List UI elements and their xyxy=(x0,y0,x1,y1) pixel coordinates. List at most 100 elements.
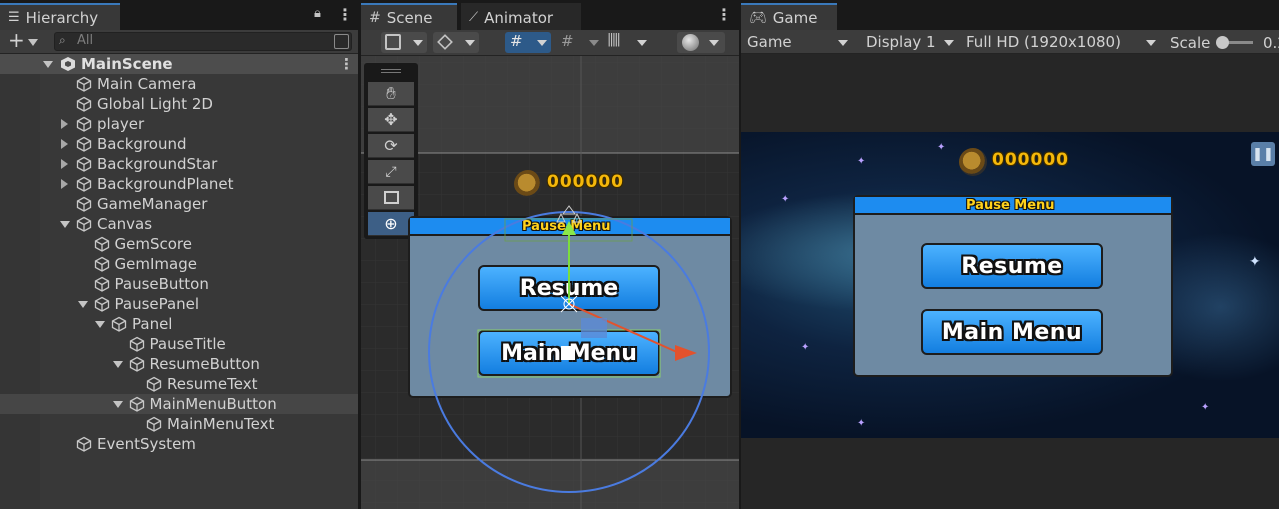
hierarchy-item[interactable]: PauseTitle xyxy=(0,334,358,354)
hierarchy-item[interactable]: Canvas xyxy=(0,214,358,234)
cube-gizmo-icon xyxy=(437,34,453,50)
gamepad-icon: 🎮︎ xyxy=(749,9,767,26)
expand-arrow-icon[interactable] xyxy=(43,61,53,68)
hierarchy-item-label: MainMenuButton xyxy=(149,395,277,413)
scene-row[interactable]: MainScene ⋮ xyxy=(0,54,358,74)
draw-mode-dropdown[interactable] xyxy=(381,32,427,53)
hierarchy-item[interactable]: BackgroundStar xyxy=(0,154,358,174)
gem-image xyxy=(959,148,987,176)
more-options-icon[interactable]: ⋮ xyxy=(337,5,353,24)
collapse-arrow-icon[interactable] xyxy=(112,401,123,408)
hierarchy-item[interactable]: ResumeButton xyxy=(0,354,358,374)
collapse-arrow-icon[interactable] xyxy=(60,221,70,228)
expand-arrow-icon[interactable] xyxy=(61,119,68,129)
hierarchy-item-label: PauseButton xyxy=(114,275,209,293)
display-dropdown[interactable]: Display 1 xyxy=(866,32,936,52)
scale-value: 0.2 xyxy=(1263,34,1279,52)
hierarchy-item[interactable]: Global Light 2D xyxy=(0,94,358,114)
hierarchy-item-label: Panel xyxy=(132,315,173,333)
star-icon: ✦ xyxy=(1201,402,1210,413)
game-panel: 🎮︎ Game Game Display 1 Full HD (1920x108… xyxy=(741,0,1279,509)
list-icon: ☰ xyxy=(8,10,20,25)
hierarchy-item[interactable]: EventSystem xyxy=(0,434,358,454)
hierarchy-item[interactable]: Background xyxy=(0,134,358,154)
pause-button[interactable]: ❚❚ xyxy=(1251,142,1275,166)
hierarchy-item-label: ResumeButton xyxy=(149,355,260,373)
gameobject-cube-icon xyxy=(76,136,92,152)
hierarchy-item[interactable]: Panel xyxy=(0,314,358,334)
hierarchy-item[interactable]: BackgroundPlanet xyxy=(0,174,358,194)
tab-animator-label: Animator xyxy=(484,8,554,27)
gameobject-cube-icon xyxy=(94,236,109,252)
gameobject-cube-icon xyxy=(146,416,162,432)
star-icon: ✦ xyxy=(781,194,790,205)
collapse-arrow-icon[interactable] xyxy=(95,321,105,328)
increment-dropdown[interactable]: ||||| xyxy=(605,32,653,53)
hierarchy-item[interactable]: MainMenuButton xyxy=(0,394,358,414)
hierarchy-item[interactable]: ResumeText xyxy=(0,374,358,394)
tab-hierarchy[interactable]: ☰ Hierarchy xyxy=(0,3,120,30)
tab-hierarchy-label: Hierarchy xyxy=(25,8,99,27)
scale-slider-thumb[interactable] xyxy=(1216,36,1229,49)
gameobject-cube-icon xyxy=(76,116,92,132)
resolution-dropdown[interactable]: Full HD (1920x1080) xyxy=(966,32,1121,52)
scene-menu-icon[interactable]: ⋮ xyxy=(339,55,354,73)
hierarchy-item[interactable]: GemScore xyxy=(0,234,358,254)
game-tabbar: 🎮︎ Game xyxy=(741,0,1279,30)
hierarchy-item[interactable]: MainMenuText xyxy=(0,414,358,434)
main-menu-button[interactable]: Main Menu xyxy=(921,309,1103,355)
grid-snap-icon: # xyxy=(510,32,523,50)
tab-animator[interactable]: ⟋ Animator xyxy=(461,3,581,30)
add-button[interactable]: + xyxy=(6,28,40,52)
hierarchy-item-label: EventSystem xyxy=(97,435,196,453)
hierarchy-item-label: GemScore xyxy=(114,235,192,253)
transform-gizmo[interactable] xyxy=(361,56,739,509)
hierarchy-tabbar: ☰ Hierarchy 🔒︎ ⋮ xyxy=(0,0,358,30)
scale-label: Scale xyxy=(1170,34,1211,52)
lock-icon[interactable]: 🔒︎ xyxy=(314,6,321,21)
game-view-dropdown[interactable]: Game xyxy=(747,32,792,52)
chevron-down-icon xyxy=(944,40,954,46)
hierarchy-item[interactable]: Main Camera xyxy=(0,74,358,94)
render-mode-dropdown[interactable] xyxy=(433,32,479,53)
search-input[interactable]: ⌕ All xyxy=(54,32,352,51)
collapse-arrow-icon[interactable] xyxy=(77,301,88,308)
resume-text: Resume xyxy=(961,253,1063,279)
main-menu-text: Main Menu xyxy=(941,319,1083,345)
hierarchy-item[interactable]: PausePanel xyxy=(0,294,358,314)
chevron-down-icon xyxy=(1146,40,1156,46)
hierarchy-item-label: MainMenuText xyxy=(167,415,275,433)
tab-scene[interactable]: # Scene xyxy=(361,3,457,30)
star-icon: ✦ xyxy=(857,418,866,429)
search-filter-icon[interactable] xyxy=(334,34,349,49)
hierarchy-toolbar: + ⌕ All xyxy=(0,28,358,54)
hierarchy-panel: ☰ Hierarchy 🔒︎ ⋮ + ⌕ All MainScene ⋮ Mai… xyxy=(0,0,358,509)
snap-increment-dropdown[interactable]: # xyxy=(559,32,603,53)
game-viewport[interactable]: ✦ ✦ ✦ ✦ ✦ ✦ ✦ ❚❚ 000000 Pause Menu Resum… xyxy=(741,132,1279,438)
gameobject-cube-icon xyxy=(129,336,144,352)
gizmos-dropdown[interactable] xyxy=(677,32,725,53)
snap-icon: # xyxy=(561,32,574,50)
gameobject-cube-icon xyxy=(76,436,92,452)
hierarchy-item[interactable]: GameManager xyxy=(0,194,358,214)
expand-arrow-icon[interactable] xyxy=(61,139,68,149)
hierarchy-item[interactable]: PauseButton xyxy=(0,274,358,294)
chevron-down-icon xyxy=(637,40,647,46)
gameobject-cube-icon xyxy=(76,156,92,172)
grid-snap-dropdown[interactable]: # xyxy=(505,32,551,53)
expand-arrow-icon[interactable] xyxy=(61,159,68,169)
tab-game[interactable]: 🎮︎ Game xyxy=(741,3,837,30)
more-options-icon[interactable]: ⋮ xyxy=(716,5,732,24)
expand-arrow-icon[interactable] xyxy=(61,179,68,189)
scale-slider[interactable] xyxy=(1216,36,1253,49)
collapse-arrow-icon[interactable] xyxy=(112,361,123,368)
resume-button[interactable]: Resume xyxy=(921,243,1103,289)
unity-scene-icon xyxy=(61,57,75,71)
star-icon: ✦ xyxy=(857,156,866,167)
hierarchy-item-label: Main Camera xyxy=(97,75,197,93)
scene-panel: # Scene ⟋ Animator ⋮ # # ||||| ✋︎ ✥ ⟳ ⤢ … xyxy=(361,0,739,509)
hierarchy-item[interactable]: player xyxy=(0,114,358,134)
hierarchy-item[interactable]: GemImage xyxy=(0,254,358,274)
gameobject-cube-icon xyxy=(94,256,109,272)
scene-viewport[interactable]: ✋︎ ✥ ⟳ ⤢ ⊕ 000000 Pause Menu Resume Main… xyxy=(361,56,739,509)
